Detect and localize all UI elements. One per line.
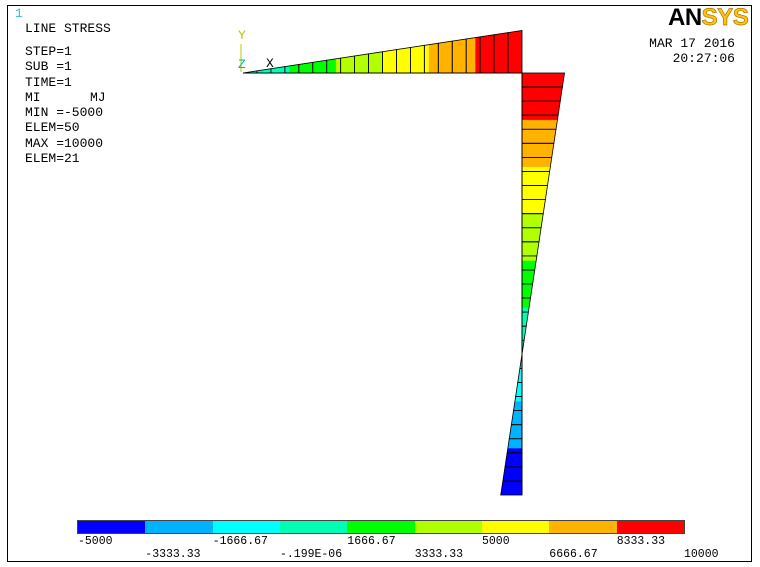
graphics-window[interactable]: 1 LINE STRESS STEP=1 SUB =1 TIME=1 MI MJ…: [0, 0, 760, 567]
beam-contour-fill: [475, 36, 481, 74]
max-value: MAX =10000: [25, 136, 104, 151]
column-contour-fill: [521, 185, 548, 200]
column-contour-fill: [521, 143, 555, 158]
legend-label: -1666.67: [212, 535, 268, 548]
legend-label: -3333.33: [145, 548, 201, 561]
plot-title: LINE STRESS: [25, 21, 111, 36]
column-contour-fill: [506, 447, 523, 453]
legend-band: [145, 521, 214, 533]
column-contour-fill: [521, 157, 552, 167]
column-contour-fill: [521, 241, 540, 257]
beam-contour-fill: [382, 49, 397, 74]
date-stamp: MAR 17 2016: [649, 36, 735, 51]
legend-band: [482, 521, 550, 533]
legend-label: 1666.67: [347, 535, 396, 548]
contour-fill-layer: [242, 30, 565, 496]
beam-contour-fill: [493, 32, 509, 74]
legend-band: [280, 521, 348, 533]
moment-diagram: [240, 30, 565, 496]
mj-label: MJ: [90, 90, 106, 105]
beam-contour-fill: [368, 51, 383, 74]
beam-contour-fill: [396, 47, 411, 74]
column-contour-fill: [514, 396, 523, 402]
legend-band: [549, 521, 618, 533]
logo-an: AN: [668, 4, 702, 31]
legend-label: 10000: [684, 548, 719, 561]
legend-label: -.199E-06: [280, 548, 343, 561]
beam-contour-fill: [466, 37, 476, 74]
beam-contour-fill: [326, 58, 337, 74]
time-label: TIME=1: [25, 75, 72, 90]
beam-contour-fill: [424, 44, 430, 74]
column-contour-fill: [521, 171, 550, 186]
min-value: MIN =-5000: [25, 105, 104, 120]
column-contour-fill: [521, 86, 563, 102]
ansys-logo: ANSYS: [668, 4, 749, 31]
mi-label: MI: [25, 90, 41, 105]
beam-contour-fill: [438, 40, 453, 74]
legend-band: [347, 521, 416, 533]
column-contour-fill: [521, 129, 557, 144]
y-axis-label: Y: [238, 28, 246, 43]
legend-band: [78, 521, 146, 533]
logo-sys: SYS: [701, 4, 749, 31]
x-axis-label: X: [266, 56, 274, 71]
time-stamp: 20:27:06: [672, 51, 735, 66]
column-contour-fill: [521, 260, 537, 271]
beam-contour-fill: [284, 65, 290, 74]
column-contour-fill: [521, 227, 542, 242]
legend-label: 6666.67: [549, 548, 598, 561]
legend-label: -5000: [78, 535, 113, 548]
column-contour-fill: [521, 213, 544, 228]
column-contour-fill: [521, 166, 551, 172]
column-contour-fill: [507, 438, 523, 449]
beam-contour-fill: [354, 53, 369, 74]
legend-band: [616, 521, 684, 533]
column-contour-fill: [521, 115, 559, 121]
beam-contour-fill: [340, 55, 355, 74]
beam-contour-fill: [507, 30, 523, 74]
column-contour-fill: [502, 466, 523, 482]
z-axis-label: Z: [238, 57, 246, 72]
column-contour-fill: [521, 119, 558, 130]
column-contour-fill: [521, 255, 538, 261]
column-contour-fill: [521, 100, 561, 116]
beam-contour-fill: [452, 38, 467, 74]
legend-band: [212, 521, 281, 533]
legend-band: [414, 521, 483, 533]
min-element: ELEM=50: [25, 120, 80, 135]
column-contour-fill: [521, 72, 565, 88]
contour-legend-bar: [77, 520, 685, 534]
column-contour-fill: [521, 199, 546, 214]
beam-contour-fill: [410, 45, 425, 74]
beam-contour-fill: [479, 34, 495, 74]
legend-label: 8333.33: [616, 535, 665, 548]
beam-contour-fill: [428, 43, 439, 74]
legend-label: 3333.33: [414, 548, 463, 561]
step-label: STEP=1: [25, 44, 72, 59]
window-number: 1: [15, 6, 23, 21]
column-contour-fill: [504, 452, 523, 468]
legend-label: 5000: [482, 535, 510, 548]
column-contour-fill: [521, 307, 530, 313]
max-element: ELEM=21: [25, 151, 80, 166]
beam-contour-fill: [335, 57, 341, 74]
substep-label: SUB =1: [25, 59, 72, 74]
column-contour-fill: [500, 480, 523, 496]
